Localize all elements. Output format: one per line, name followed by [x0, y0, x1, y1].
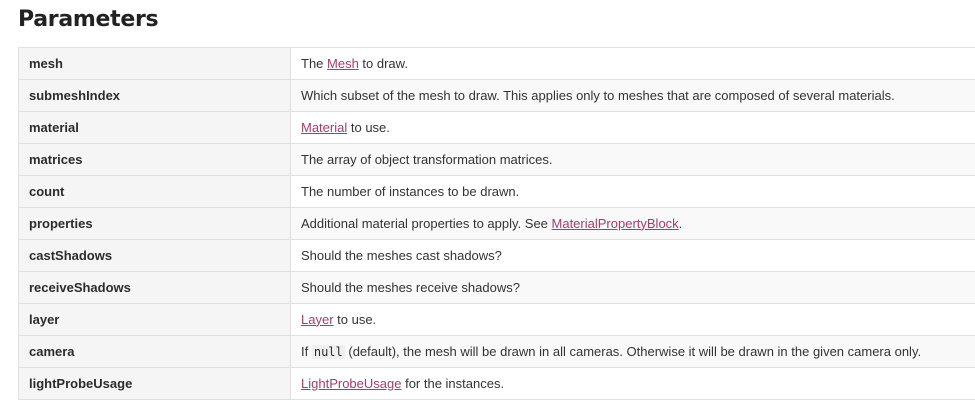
table-row: receiveShadows Should the meshes receive…: [18, 271, 975, 304]
description-text: for the instances.: [401, 375, 505, 391]
table-row: material Material to use.: [18, 111, 975, 144]
param-name: castShadows: [18, 239, 291, 272]
description-text: The number of instances to be drawn.: [301, 183, 520, 199]
param-description: LightProbeUsage for the instances.: [290, 367, 975, 400]
material-property-block-link[interactable]: MaterialPropertyBlock: [552, 216, 679, 231]
parameters-table: mesh The Mesh to draw. submeshIndex Whic…: [18, 47, 975, 400]
table-row: matrices The array of object transformat…: [18, 143, 975, 176]
param-name: material: [18, 111, 291, 144]
mesh-link[interactable]: Mesh: [327, 56, 359, 71]
description-text: The array of object transformation matri…: [301, 151, 553, 167]
description-text: Which subset of the mesh to draw. This a…: [301, 87, 895, 103]
description-text: to use.: [347, 119, 390, 135]
param-description: Should the meshes receive shadows?: [290, 271, 975, 304]
description-text: Should the meshes cast shadows?: [301, 247, 502, 263]
param-description: Should the meshes cast shadows?: [290, 239, 975, 272]
null-code: null: [311, 344, 345, 359]
param-name: count: [18, 175, 291, 208]
description-text: Should the meshes receive shadows?: [301, 279, 520, 295]
description-text: If: [301, 343, 312, 359]
table-row: camera If null (default), the mesh will …: [18, 335, 975, 368]
table-row: castShadows Should the meshes cast shado…: [18, 239, 975, 272]
param-name: matrices: [18, 143, 291, 176]
param-name: mesh: [18, 47, 291, 80]
param-description: If null (default), the mesh will be draw…: [290, 335, 975, 368]
param-name: submeshIndex: [18, 79, 291, 112]
param-name: receiveShadows: [18, 271, 291, 304]
table-row: submeshIndex Which subset of the mesh to…: [18, 79, 975, 112]
param-name: camera: [18, 335, 291, 368]
table-row: properties Additional material propertie…: [18, 207, 975, 240]
description-text: (default), the mesh will be drawn in all…: [344, 343, 922, 359]
table-row: lightProbeUsage LightProbeUsage for the …: [18, 367, 975, 400]
description-text: Additional material properties to apply.…: [301, 215, 552, 231]
param-description: Material to use.: [290, 111, 975, 144]
param-name: layer: [18, 303, 291, 336]
param-name: lightProbeUsage: [18, 367, 291, 400]
material-link[interactable]: Material: [301, 120, 347, 135]
page-title: Parameters: [18, 7, 159, 32]
light-probe-usage-link[interactable]: LightProbeUsage: [301, 376, 401, 391]
param-description: The number of instances to be drawn.: [290, 175, 975, 208]
param-name: properties: [18, 207, 291, 240]
param-description: Additional material properties to apply.…: [290, 207, 975, 240]
description-text: The: [301, 55, 328, 71]
table-row: count The number of instances to be draw…: [18, 175, 975, 208]
description-text: to draw.: [358, 55, 408, 71]
layer-link[interactable]: Layer: [301, 312, 334, 327]
description-text: to use.: [333, 311, 377, 327]
param-description: The Mesh to draw.: [290, 47, 975, 80]
param-description: The array of object transformation matri…: [290, 143, 975, 176]
param-description: Layer to use.: [290, 303, 975, 336]
param-description: Which subset of the mesh to draw. This a…: [290, 79, 975, 112]
description-text: .: [678, 215, 683, 231]
table-row: layer Layer to use.: [18, 303, 975, 336]
table-row: mesh The Mesh to draw.: [18, 47, 975, 80]
